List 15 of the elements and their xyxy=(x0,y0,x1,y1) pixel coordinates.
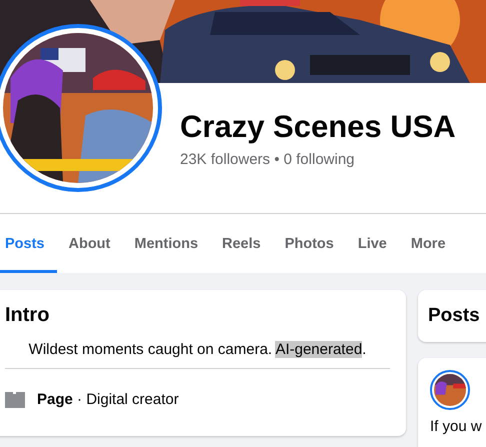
tab[interactable]: Mentions xyxy=(122,214,210,273)
intro-description: Wildest moments caught on camera. AI-generated. xyxy=(28,341,368,358)
tab[interactable]: Photos xyxy=(272,214,346,273)
intro-title: Intro xyxy=(5,304,50,327)
posts-title: Posts xyxy=(428,305,480,326)
page-category: Page · Digital creator xyxy=(37,391,179,408)
tab[interactable]: More xyxy=(398,214,458,273)
follower-count: 23K followers • 0 following xyxy=(180,151,356,168)
tab[interactable]: Posts xyxy=(0,214,56,273)
avatar-ring[interactable] xyxy=(430,370,470,410)
page-name: Crazy Scenes USA xyxy=(180,109,457,145)
tab[interactable]: About xyxy=(56,214,122,273)
tab[interactable]: Live xyxy=(346,214,399,273)
tab[interactable]: Reels xyxy=(210,214,273,273)
post-text: If you w xyxy=(430,418,483,435)
